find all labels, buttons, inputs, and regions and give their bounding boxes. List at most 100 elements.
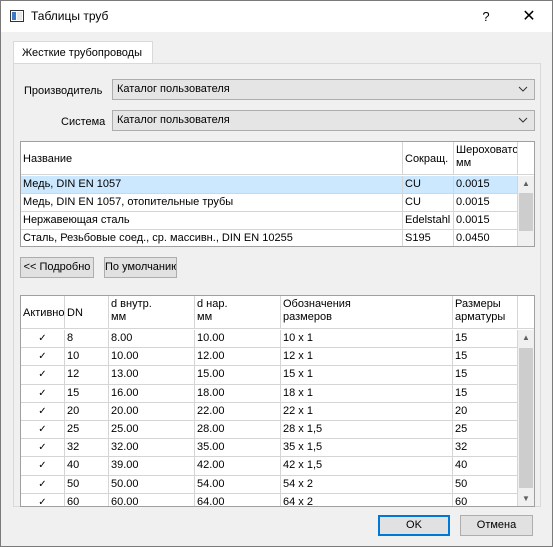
size-designation-cell[interactable]: 64 x 2 (281, 493, 453, 506)
inner-diameter-cell[interactable]: 13.00 (109, 366, 195, 385)
fitting-size-cell[interactable]: 15 (453, 330, 518, 349)
tab-rigid-pipes[interactable]: Жесткие трубопроводы (13, 41, 153, 64)
column-header-inner-diameter[interactable]: d внутр. мм (109, 296, 195, 329)
dn-cell[interactable]: 10 (65, 348, 109, 367)
material-abbr[interactable]: CU (403, 194, 454, 212)
dn-cell[interactable]: 50 (65, 475, 109, 494)
close-button[interactable]: ✕ (511, 1, 547, 32)
outer-diameter-cell[interactable]: 64.00 (195, 493, 281, 506)
ok-button[interactable]: OK (378, 515, 450, 536)
outer-diameter-cell[interactable]: 54.00 (195, 475, 281, 494)
fitting-size-cell[interactable]: 15 (453, 384, 518, 403)
fitting-size-cell[interactable]: 40 (453, 457, 518, 476)
outer-diameter-cell[interactable]: 18.00 (195, 384, 281, 403)
active-checkbox[interactable]: ✓ (21, 439, 65, 458)
details-button[interactable]: << Подробно (20, 257, 94, 278)
outer-diameter-cell[interactable]: 12.00 (195, 348, 281, 367)
material-name[interactable]: Нержавеющая сталь (21, 212, 403, 230)
column-header-name[interactable]: Название (21, 142, 403, 175)
column-header-active[interactable]: Активно (21, 296, 65, 329)
fitting-size-cell[interactable]: 25 (453, 421, 518, 440)
materials-scrollbar[interactable]: ▲ (518, 176, 534, 246)
material-roughness[interactable]: 0.0015 (454, 212, 518, 230)
dn-cell[interactable]: 60 (65, 493, 109, 506)
active-checkbox[interactable]: ✓ (21, 421, 65, 440)
material-name[interactable]: Медь, DIN EN 1057, отопительные трубы (21, 194, 403, 212)
inner-diameter-cell[interactable]: 32.00 (109, 439, 195, 458)
column-header-outer-diameter[interactable]: d нар. мм (195, 296, 281, 329)
system-label: Система (61, 116, 106, 128)
material-abbr[interactable]: CU (403, 176, 454, 194)
column-header-dn[interactable]: DN (65, 296, 109, 329)
scrollbar-thumb[interactable] (519, 193, 533, 231)
outer-diameter-cell[interactable]: 15.00 (195, 366, 281, 385)
material-name[interactable]: Медь, DIN EN 1057 (21, 176, 403, 194)
column-header-fitting-size[interactable]: Размеры арматуры (453, 296, 518, 329)
system-select[interactable]: Каталог пользователя (112, 110, 535, 131)
inner-diameter-cell[interactable]: 25.00 (109, 421, 195, 440)
inner-diameter-cell[interactable]: 50.00 (109, 475, 195, 494)
material-name[interactable]: Сталь, Резьбовые соед., ср. массивн., DI… (21, 230, 403, 246)
size-designation-cell[interactable]: 54 x 2 (281, 475, 453, 494)
active-checkbox[interactable]: ✓ (21, 366, 65, 385)
manufacturer-select[interactable]: Каталог пользователя (112, 79, 535, 100)
dn-cell[interactable]: 32 (65, 439, 109, 458)
outer-diameter-cell[interactable]: 35.00 (195, 439, 281, 458)
size-designation-cell[interactable]: 10 x 1 (281, 330, 453, 349)
material-abbr[interactable]: Edelstahl (403, 212, 454, 230)
size-designation-cell[interactable]: 12 x 1 (281, 348, 453, 367)
active-checkbox[interactable]: ✓ (21, 384, 65, 403)
inner-diameter-cell[interactable]: 16.00 (109, 384, 195, 403)
defaults-button[interactable]: По умолчанию (104, 257, 177, 278)
inner-diameter-cell[interactable]: 60.00 (109, 493, 195, 506)
column-header-size-designation[interactable]: Обозначения размеров (281, 296, 453, 329)
size-designation-cell[interactable]: 15 x 1 (281, 366, 453, 385)
size-designation-cell[interactable]: 42 x 1,5 (281, 457, 453, 476)
fitting-size-cell[interactable]: 15 (453, 366, 518, 385)
material-roughness[interactable]: 0.0450 (454, 230, 518, 246)
inner-diameter-cell[interactable]: 10.00 (109, 348, 195, 367)
active-checkbox[interactable]: ✓ (21, 457, 65, 476)
outer-diameter-cell[interactable]: 42.00 (195, 457, 281, 476)
sizes-scrollbar[interactable]: ▲ ▼ (518, 330, 534, 506)
scroll-up-icon[interactable]: ▲ (518, 330, 534, 346)
inner-diameter-cell[interactable]: 39.00 (109, 457, 195, 476)
cancel-button[interactable]: Отмена (460, 515, 533, 536)
active-checkbox[interactable]: ✓ (21, 402, 65, 421)
scrollbar-thumb[interactable] (519, 348, 533, 488)
size-designation-cell[interactable]: 35 x 1,5 (281, 439, 453, 458)
fitting-size-cell[interactable]: 15 (453, 348, 518, 367)
fitting-size-cell[interactable]: 32 (453, 439, 518, 458)
material-abbr[interactable]: S195 (403, 230, 454, 246)
active-checkbox[interactable]: ✓ (21, 475, 65, 494)
active-checkbox[interactable]: ✓ (21, 493, 65, 506)
inner-diameter-cell[interactable]: 20.00 (109, 402, 195, 421)
size-designation-cell[interactable]: 18 x 1 (281, 384, 453, 403)
outer-diameter-cell[interactable]: 22.00 (195, 402, 281, 421)
dn-cell[interactable]: 8 (65, 330, 109, 349)
dn-cell[interactable]: 15 (65, 384, 109, 403)
fitting-size-cell[interactable]: 20 (453, 402, 518, 421)
dn-cell[interactable]: 25 (65, 421, 109, 440)
column-header-roughness[interactable]: Шероховатость мм (454, 142, 518, 175)
inner-diameter-cell[interactable]: 8.00 (109, 330, 195, 349)
outer-diameter-cell[interactable]: 10.00 (195, 330, 281, 349)
scroll-down-icon[interactable]: ▼ (518, 491, 534, 506)
material-roughness[interactable]: 0.0015 (454, 176, 518, 194)
fitting-size-cell[interactable]: 60 (453, 493, 518, 506)
active-checkbox[interactable]: ✓ (21, 330, 65, 349)
material-roughness[interactable]: 0.0015 (454, 194, 518, 212)
active-checkbox[interactable]: ✓ (21, 348, 65, 367)
dn-cell[interactable]: 40 (65, 457, 109, 476)
outer-diameter-cell[interactable]: 28.00 (195, 421, 281, 440)
help-button[interactable]: ? (471, 1, 501, 32)
column-header-abbr[interactable]: Сокращ. (403, 142, 454, 175)
size-designation-cell[interactable]: 22 x 1 (281, 402, 453, 421)
dn-cell[interactable]: 12 (65, 366, 109, 385)
system-value: Каталог пользователя (117, 114, 230, 126)
window-title: Таблицы труб (31, 9, 109, 23)
fitting-size-cell[interactable]: 50 (453, 475, 518, 494)
dn-cell[interactable]: 20 (65, 402, 109, 421)
size-designation-cell[interactable]: 28 x 1,5 (281, 421, 453, 440)
scroll-up-icon[interactable]: ▲ (518, 176, 534, 192)
